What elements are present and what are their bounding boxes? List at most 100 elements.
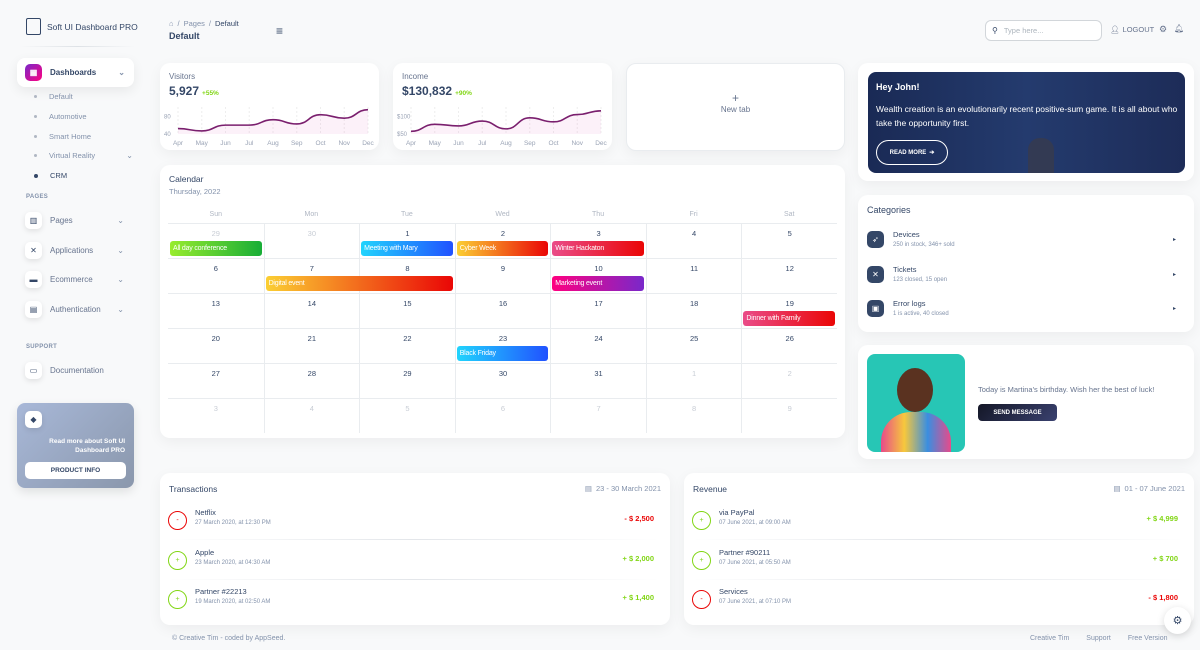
calendar-day[interactable]: 28: [263, 363, 360, 398]
calendar-day[interactable]: 26: [741, 328, 837, 363]
transaction-row[interactable]: + Partner #90211 07 June 2021, at 05:50 …: [692, 547, 1184, 580]
send-message-button[interactable]: SEND MESSAGE: [978, 404, 1057, 421]
transaction-row[interactable]: + via PayPal 07 June 2021, at 09:00 AM +…: [692, 508, 1184, 540]
calendar-day[interactable]: 4: [645, 223, 742, 258]
sidebar-item-documentation[interactable]: ▭ Documentation: [25, 362, 133, 379]
new-tab-button[interactable]: + New tab: [626, 63, 845, 151]
transaction-row[interactable]: + Partner #22213 19 March 2020, at 02:50…: [168, 587, 660, 617]
calendar-event[interactable]: Digital event: [265, 276, 453, 291]
calendar-day[interactable]: 1: [645, 363, 742, 398]
sidebar-sub-smart-home[interactable]: Smart Home: [34, 132, 91, 141]
calendar-day[interactable]: 22: [359, 328, 455, 363]
calendar-day[interactable]: 13: [168, 293, 264, 328]
chevron-right-icon[interactable]: ▸: [1173, 305, 1176, 312]
calendar-day[interactable]: 16: [454, 293, 551, 328]
product-info-button[interactable]: PRODUCT INFO: [25, 462, 126, 479]
breadcrumb-pages[interactable]: Pages: [184, 19, 205, 28]
calendar-day[interactable]: 25: [645, 328, 742, 363]
calendar-event[interactable]: Marketing event: [552, 276, 644, 291]
footer-copyright: © Creative Tim - coded by AppSeed.: [172, 635, 286, 642]
diamond-icon: ◆: [25, 411, 42, 428]
calendar-day[interactable]: 6: [454, 398, 551, 433]
calendar-day[interactable]: 31: [550, 363, 646, 398]
calendar-day[interactable]: 24: [550, 328, 646, 363]
category-devices[interactable]: ➶ Devices 250 in stock, 346+ sold ▸: [867, 229, 1176, 257]
calendar-day[interactable]: 5: [741, 223, 837, 258]
area-fill: [411, 110, 601, 134]
calendar-day[interactable]: 8: [645, 398, 742, 433]
transaction-row[interactable]: - Services 07 June 2021, at 07:10 PM - $…: [692, 587, 1184, 617]
chevron-right-icon[interactable]: ▸: [1173, 236, 1176, 243]
arrow-up-icon: +: [168, 550, 187, 570]
nav-label: Authentication: [50, 305, 101, 314]
promo-card: ◆ Read more about Soft UI Dashboard PRO …: [17, 403, 134, 488]
home-icon[interactable]: ⌂: [169, 19, 174, 28]
transaction-name: Partner #90211: [719, 547, 771, 557]
sidebar-item-ecommerce[interactable]: ▬ Ecommerce ⌄: [25, 271, 133, 288]
calendar-day[interactable]: 4: [263, 398, 360, 433]
configurator-gear-icon[interactable]: ⚙: [1164, 607, 1191, 634]
calendar-day[interactable]: 18: [645, 293, 742, 328]
footer-link-creative-tim[interactable]: Creative Tim: [1030, 635, 1069, 642]
calendar-day[interactable]: 9: [454, 258, 551, 293]
category-detail: 1 is active, 40 closed: [893, 311, 949, 317]
calendar-day[interactable]: 17: [550, 293, 646, 328]
calendar-day[interactable]: 11: [645, 258, 742, 293]
transaction-row[interactable]: - Netflix 27 March 2020, at 12:30 PM - $…: [168, 508, 660, 540]
sidebar-item-authentication[interactable]: ▤ Authentication ⌄: [25, 301, 133, 318]
category-error-logs[interactable]: ▣ Error logs 1 is active, 40 closed ▸: [867, 298, 1176, 326]
date-range: ▤ 01 - 07 June 2021: [1113, 484, 1185, 493]
read-more-button[interactable]: READ MORE ➔: [876, 140, 948, 165]
transaction-name: via PayPal: [719, 508, 755, 517]
logo-icon: [26, 18, 41, 35]
logout-button[interactable]: 👤︎ LOGOUT: [1110, 25, 1154, 34]
search-input[interactable]: ⚲ Type here...: [985, 20, 1102, 41]
sidebar-sub-crm[interactable]: CRM: [34, 171, 67, 180]
calendar-event[interactable]: Meeting with Mary: [361, 241, 453, 256]
sidebar-item-applications[interactable]: ✕ Applications ⌄: [25, 242, 133, 259]
calendar-event[interactable]: All day conference: [170, 241, 262, 256]
sidebar-sub-default[interactable]: Default: [34, 92, 73, 101]
calendar-day[interactable]: 6: [168, 258, 264, 293]
brand-logo[interactable]: Soft UI Dashboard PRO: [26, 18, 138, 35]
categories-card: Categories ➶ Devices 250 in stock, 346+ so…: [858, 195, 1194, 332]
sidebar-sub-automotive[interactable]: Automotive: [34, 112, 87, 121]
y-tick-label: $50: [397, 132, 408, 138]
calendar-day[interactable]: 14: [263, 293, 360, 328]
x-tick-label: May: [196, 140, 209, 147]
calendar-day[interactable]: 21: [263, 328, 360, 363]
calendar-day[interactable]: 3: [168, 398, 264, 433]
sidebar-item-dashboards[interactable]: ▦ Dashboards ⌄: [17, 58, 134, 87]
sidebar-item-pages[interactable]: ▥ Pages ⌄: [25, 212, 133, 229]
calendar-event[interactable]: Cyber Week: [456, 241, 549, 256]
calendar-day[interactable]: 12: [741, 258, 837, 293]
arrow-right-icon: ➔: [929, 150, 935, 156]
footer-link-support[interactable]: Support: [1086, 635, 1111, 642]
category-tickets[interactable]: ✕ Tickets 123 closed, 15 open ▸: [867, 264, 1176, 292]
calendar-day[interactable]: 30: [263, 223, 360, 258]
calendar-event[interactable]: Black Friday: [456, 346, 549, 361]
x-tick-label: Apr: [173, 140, 184, 147]
gear-icon[interactable]: ⚙: [1159, 24, 1167, 35]
plus-icon: +: [731, 91, 739, 105]
hero-title: Hey John!: [876, 82, 920, 92]
calendar-day[interactable]: 27: [168, 363, 264, 398]
calendar-day[interactable]: 15: [359, 293, 455, 328]
calendar-day[interactable]: 9: [741, 398, 837, 433]
footer-link-free-version[interactable]: Free Version: [1128, 635, 1168, 642]
transaction-row[interactable]: + Apple 23 March 2020, at 04:30 AM + $ 2…: [168, 548, 660, 580]
calendar-event[interactable]: Winter Hackaton: [552, 241, 644, 256]
calendar-day[interactable]: 20: [168, 328, 264, 363]
calendar-event[interactable]: Dinner with Family: [743, 311, 835, 326]
calendar-day[interactable]: 7: [550, 398, 646, 433]
revenue-title: Revenue: [693, 484, 728, 494]
calendar-day[interactable]: 29: [359, 363, 455, 398]
calendar-day[interactable]: 2: [741, 363, 837, 398]
menu-toggle-icon[interactable]: ≡: [276, 24, 283, 38]
chevron-right-icon[interactable]: ▸: [1173, 271, 1176, 278]
calendar-day[interactable]: 5: [359, 398, 455, 433]
tools-icon: ✕: [25, 242, 42, 259]
calendar-day[interactable]: 30: [454, 363, 551, 398]
bell-icon[interactable]: 🔔︎: [1174, 24, 1184, 33]
sidebar-sub-virtual-reality[interactable]: Virtual Reality ⌄: [34, 151, 133, 160]
